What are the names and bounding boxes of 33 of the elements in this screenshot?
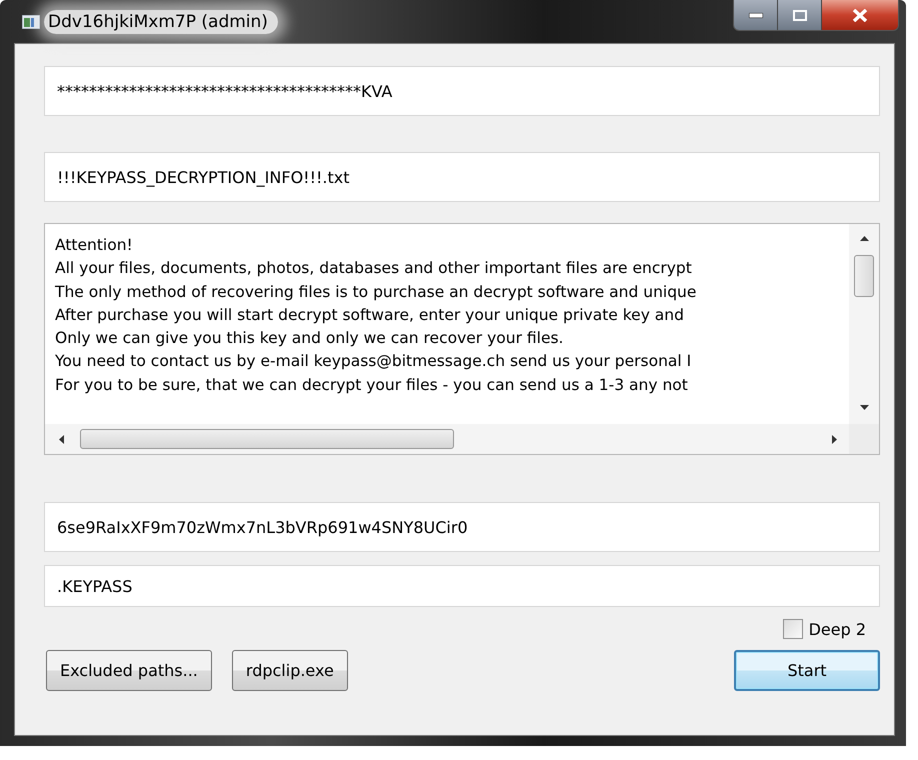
button[interactable]: Start [734,650,880,691]
text-line: You need to contact us by e-mail keypass@bitmessage.ch send us your personal I [55,351,692,372]
text-field[interactable]: .KEYPASS [44,565,880,607]
minimize-icon [748,12,762,18]
button[interactable]: Excluded paths... [46,650,212,691]
scroll-right-icon[interactable] [832,434,837,444]
text-field[interactable]: 6se9RaIxXF9m70zWmx7nL3bVRp691w4SNY8UCir0 [44,502,880,552]
scroll-down-icon[interactable] [860,405,868,410]
text-line: Only we can give you this key and only we can recover your files. [55,328,564,350]
deep-checkbox[interactable]: Deep 2 [782,619,866,639]
app-icon [22,14,40,28]
scrollbar-corner [849,424,879,454]
text-line: After purchase you will start decrypt software, enter your unique private key and [55,304,684,326]
text-line: For you to be sure, that we can decrypt your files - you can send us a 1-3 any not [55,374,688,396]
maximize-icon [792,10,806,20]
scroll-thumb[interactable] [854,255,874,297]
text-line: Attention! [55,235,133,256]
window-title: Ddv16hjkiMxm7P (admin) [44,10,278,34]
minimize-button[interactable] [734,0,778,30]
text-line: All your files, documents, photos, databases and other important files are encrypt [55,258,692,280]
text-field[interactable]: **************************************KVA [44,66,880,116]
button[interactable]: rdpclip.exe [232,650,348,691]
text-field[interactable]: !!!KEYPASS_DECRYPTION_INFO!!!.txt [44,152,880,202]
message-text-area[interactable] [44,223,880,455]
close-icon [852,8,868,22]
text-line: The only method of recovering files is to purchase an decrypt software and unique [55,282,696,303]
scroll-left-icon[interactable] [59,434,64,444]
vertical-scrollbar[interactable] [849,224,879,424]
close-button[interactable] [822,0,898,30]
horizontal-scrollbar[interactable] [45,424,879,454]
scroll-thumb[interactable] [80,429,454,449]
maximize-button[interactable] [778,0,822,30]
scroll-up-icon[interactable] [860,236,868,241]
